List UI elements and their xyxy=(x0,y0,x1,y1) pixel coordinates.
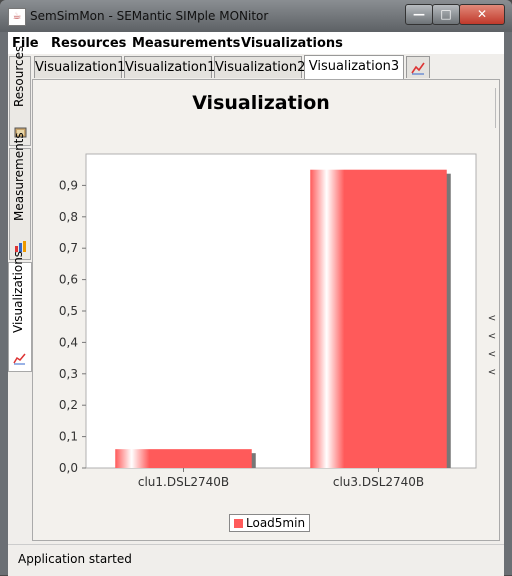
tab-visualization3[interactable]: Visualization3✖ xyxy=(304,55,404,96)
bar xyxy=(310,169,447,468)
y-tick-label: 0,2 xyxy=(59,398,78,412)
side-tab-label: Resources xyxy=(12,45,26,107)
menu-bar: File Resources Measurements Visualizatio… xyxy=(8,32,504,54)
tab-label: Visualization3 xyxy=(308,59,400,74)
menu-visualizations[interactable]: Visualizations xyxy=(241,36,343,51)
legend-label: Load5min xyxy=(246,516,306,530)
app-window: ☕ SemSimMon - SEMantic SIMple MONitor — … xyxy=(0,0,512,576)
y-tick-label: 0,7 xyxy=(59,241,78,255)
client-area: File Resources Measurements Visualizatio… xyxy=(8,32,504,576)
y-tick-label: 0,0 xyxy=(59,461,78,475)
menu-measurements[interactable]: Measurements xyxy=(132,36,240,51)
window-title: SemSimMon - SEMantic SIMple MONitor xyxy=(30,9,269,23)
menu-resources[interactable]: Resources xyxy=(51,36,126,51)
side-tab-label: Visualizations xyxy=(11,250,25,333)
y-tick-label: 0,4 xyxy=(59,335,78,349)
side-tab-label: Measurements xyxy=(12,132,26,221)
chart-legend: Load5min xyxy=(229,514,311,532)
side-tab-visualizations[interactable]: Visualizations xyxy=(8,251,32,372)
tab-visualization1-a[interactable]: Visualization1 xyxy=(34,56,125,78)
bar-chart: 0,0 0,1 0,2 0,3 0,4 0,5 0,6 0,7 0,8 0,9 clu1.DSL27… xyxy=(59,153,477,489)
y-tick-label: 0,6 xyxy=(59,273,78,287)
y-tick-label: 0,3 xyxy=(59,367,78,381)
title-bar: ☕ SemSimMon - SEMantic SIMple MONitor — … xyxy=(0,0,512,32)
tab-visualization1-b[interactable]: Visualization1 xyxy=(124,56,215,78)
y-tick-label: 0,8 xyxy=(59,210,78,224)
side-tab-strip: Resources Measurements Visualizations xyxy=(8,46,32,544)
x-tick-label: clu1.DSL2740B xyxy=(138,475,229,489)
tab-visualization2[interactable]: Visualization2 xyxy=(214,56,305,78)
minimize-button[interactable]: — xyxy=(405,4,433,25)
maximize-button[interactable]: □ xyxy=(432,4,460,25)
status-bar: Application started xyxy=(8,544,504,576)
y-tick-label: 0,1 xyxy=(59,430,78,444)
y-tick-label: 0,9 xyxy=(59,178,78,192)
close-button[interactable]: ✕ xyxy=(459,4,505,25)
side-tab-measurements[interactable]: Measurements xyxy=(9,132,31,260)
legend-swatch xyxy=(234,519,243,528)
visualization-panel: Visualization < < < < 0,0 0,1 0,2 0,3 0,4 0,5… xyxy=(32,79,500,541)
y-tick-label: 0,5 xyxy=(59,304,78,318)
x-tick-label: clu3.DSL2740B xyxy=(333,475,424,489)
java-app-icon: ☕ xyxy=(8,8,26,26)
new-visualization-tab[interactable] xyxy=(406,56,430,78)
bar xyxy=(115,449,252,468)
status-text: Application started xyxy=(18,552,132,566)
visualizations-icon xyxy=(13,353,26,365)
chart-add-icon xyxy=(411,62,425,75)
